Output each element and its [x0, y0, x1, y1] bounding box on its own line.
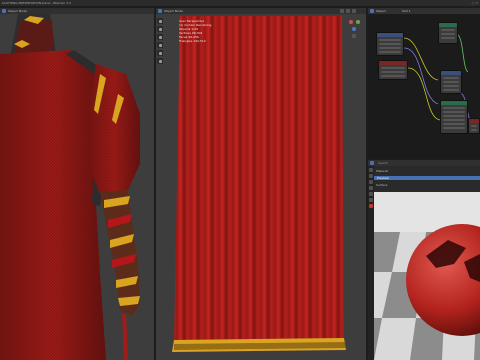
tool-shelf	[157, 18, 163, 64]
scale-icon[interactable]	[157, 42, 163, 48]
right-column: Object Slot 1 Search Material Preview Su…	[368, 8, 480, 360]
rotate-icon[interactable]	[157, 34, 163, 40]
xray-icon[interactable]	[352, 9, 356, 13]
surface-row[interactable]: Surface	[376, 183, 387, 187]
modifier-tab-icon[interactable]	[369, 198, 373, 202]
tool-tab-icon[interactable]	[369, 168, 373, 172]
mode-label[interactable]: Object Mode	[8, 9, 27, 13]
dress-render	[0, 14, 154, 360]
material-icon[interactable]	[369, 204, 373, 208]
properties-panel[interactable]: Search Material Preview Surface	[368, 160, 480, 360]
window-title-bar: CLOTHING PRESENTATION.blend - Blender 3.…	[0, 0, 480, 6]
node-image-texture[interactable]	[378, 60, 408, 80]
viewport-left[interactable]: Object Mode	[0, 8, 154, 360]
scene-tab-icon[interactable]	[369, 186, 373, 190]
node-links	[403, 33, 473, 125]
node-texture-coordinate[interactable]	[376, 32, 404, 56]
viewport-overlay-stats: User Perspective (1) Curtain Rendering O…	[179, 19, 211, 43]
move-icon[interactable]	[157, 26, 163, 32]
viewport-shading-icon[interactable]	[340, 9, 344, 13]
output-tab-icon[interactable]	[369, 180, 373, 184]
editor-type-icon[interactable]	[2, 9, 6, 13]
shader-node-editor[interactable]: Object Slot 1	[368, 8, 480, 158]
object-tab-icon[interactable]	[369, 192, 373, 196]
viewport-center[interactable]: Object Mode User Perspective (1) Curtain…	[156, 8, 366, 360]
node-principled-bsdf[interactable]	[440, 100, 468, 134]
window-title: CLOTHING PRESENTATION.blend - Blender 3.…	[2, 1, 71, 5]
preview-row[interactable]: Preview	[374, 176, 480, 180]
curtain-render	[156, 14, 366, 360]
axis-z-icon[interactable]	[352, 27, 356, 31]
axis-y-icon[interactable]	[356, 20, 360, 24]
properties-search[interactable]: Search	[378, 161, 388, 165]
editor-type-icon[interactable]	[158, 9, 162, 13]
camera-icon[interactable]	[352, 34, 356, 38]
material-row[interactable]: Material	[376, 169, 388, 173]
node-normal-map[interactable]	[440, 70, 462, 94]
window-controls[interactable]: – ▢ ✕	[469, 1, 478, 5]
properties-header: Search	[368, 160, 480, 166]
navigation-gizmo[interactable]	[348, 18, 362, 40]
node-material-output[interactable]	[468, 118, 480, 134]
node-mix[interactable]	[438, 22, 458, 44]
axis-x-icon[interactable]	[349, 20, 353, 24]
overlays-icon[interactable]	[346, 9, 350, 13]
render-tab-icon[interactable]	[369, 174, 373, 178]
overlay-line: Triangles 192,512	[179, 39, 206, 43]
editor-type-icon[interactable]	[370, 161, 374, 165]
annotate-icon[interactable]	[157, 50, 163, 56]
measure-icon[interactable]	[157, 58, 163, 64]
mode-label[interactable]: Object Mode	[164, 9, 183, 13]
material-preview	[374, 192, 480, 360]
cursor-icon[interactable]	[157, 18, 163, 24]
